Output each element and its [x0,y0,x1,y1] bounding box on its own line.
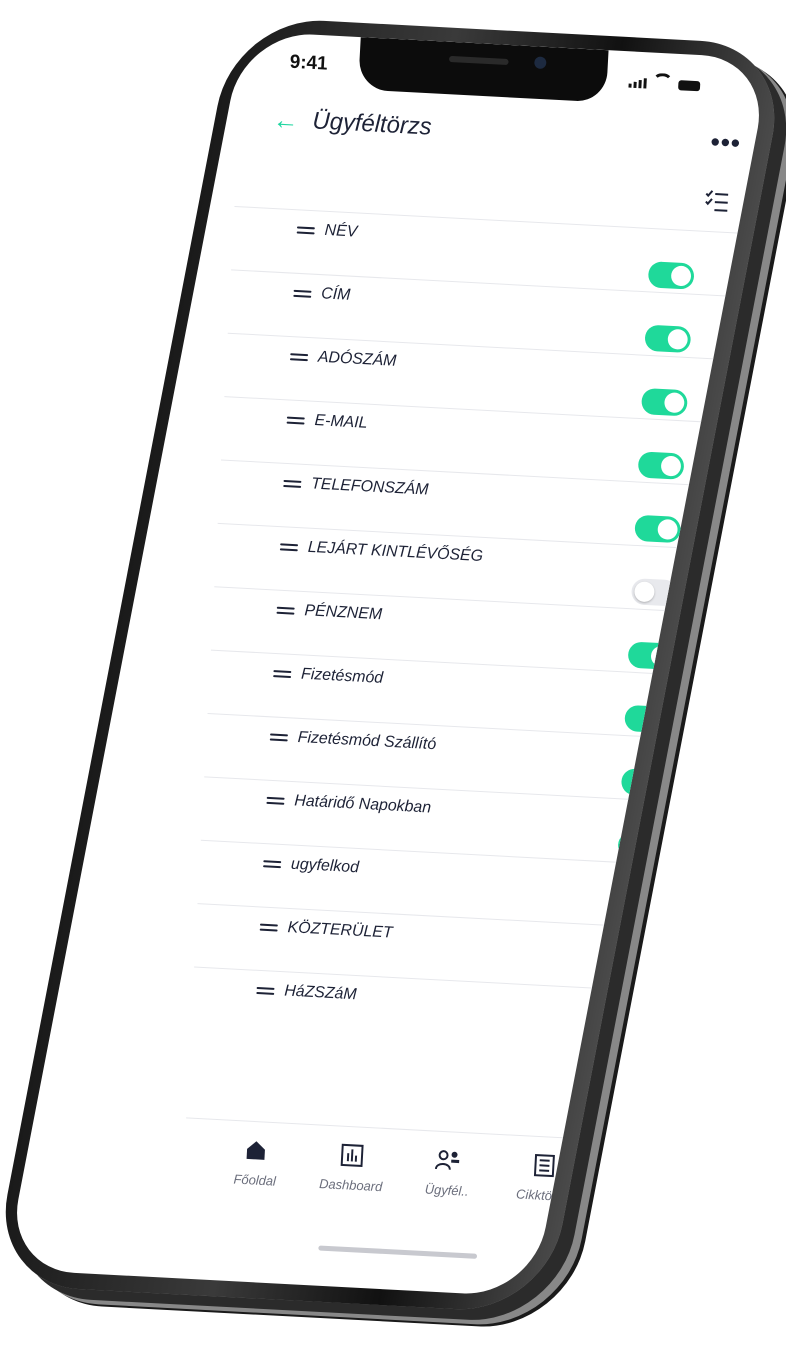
wifi-icon [652,72,673,90]
field-toggle[interactable] [604,1084,652,1113]
nav-item-ugyfel[interactable]: Ügyfél.. [405,1130,490,1234]
bar-chart-icon [338,1141,367,1171]
field-list: NÉV CÍM ADÓSZÁM E-MAIL TELEFONSZÁM LEJÁR… [187,205,762,1120]
field-toggle[interactable] [634,514,682,544]
field-label: LEJÁRT KINTLÉVŐSÉG [307,538,484,566]
home-icon [242,1136,271,1166]
status-time: 9:41 [289,51,329,75]
checklist-icon[interactable] [703,188,730,216]
speaker [448,55,509,66]
field-label: KÖZTERÜLET [287,918,393,942]
home-indicator [318,1245,478,1259]
field-label: HáZSZáM [283,982,358,1004]
app-header: ← Ügyféltörzs ••• [238,91,768,175]
bottom-nav: Főoldal Dashboard Ügyfél.. Cikktörzs Cik… [180,1117,714,1246]
drag-handle-icon[interactable] [283,479,302,489]
field-toggle[interactable] [644,324,692,354]
field-label: Fizetésmód [300,665,384,687]
list-icon [530,1151,559,1181]
battery-icon [678,80,701,92]
status-icons [628,71,701,92]
field-label: TELEFONSZÁM [310,475,429,499]
field-label: ADÓSZÁM [317,348,397,370]
nav-label: Cikkcsop.. [608,1191,669,1210]
nav-label: Ügyfél.. [424,1181,469,1199]
nav-item-fooldal[interactable]: Főoldal [213,1120,298,1224]
field-toggle[interactable] [607,1021,655,1051]
app-screen: 9:41 ← Ügyféltörzs ••• NÉV CÍM ADÓSZÁM E… [178,31,772,1297]
drag-handle-icon[interactable] [289,353,309,362]
device-frame: 9:41 ← Ügyféltörzs ••• NÉV CÍM ADÓSZÁM E… [0,0,786,1367]
drag-handle-icon[interactable] [286,416,305,426]
more-horizontal-icon[interactable]: ••• [710,126,742,159]
drag-handle-icon[interactable] [273,670,292,679]
field-label: E-MAIL [314,411,368,432]
field-row-extra [187,1030,718,1120]
field-label: NÉV [324,221,358,241]
users-icon [434,1146,463,1176]
drag-handle-icon[interactable] [296,226,315,235]
field-label: Fizetésmód Szállító [297,728,437,754]
nav-item-dashboard[interactable]: Dashboard [309,1125,394,1229]
camera-icon [534,56,547,70]
drag-handle-icon[interactable] [263,860,282,869]
nav-label: Főoldal [233,1171,277,1189]
field-toggle[interactable] [647,261,695,290]
drag-handle-icon[interactable] [266,796,285,806]
field-label: PÉNZNEM [304,602,383,624]
field-toggle[interactable] [640,387,688,417]
arrow-left-icon[interactable]: ← [272,104,299,136]
document-settings-icon [626,1156,655,1186]
nav-label: Dashboard [318,1175,383,1195]
drag-handle-icon[interactable] [259,923,278,933]
drag-handle-icon[interactable] [279,543,299,552]
field-label: ugyfelkod [290,855,360,877]
field-label: Határidő Napokban [293,792,432,817]
drag-handle-icon[interactable] [293,289,312,299]
page-title: Ügyféltörzs [311,107,433,141]
drag-handle-icon[interactable] [269,733,288,742]
nav-item-cikkcsop[interactable]: Cikkcsop.. [597,1140,682,1244]
field-toggle[interactable] [637,451,685,480]
drag-handle-icon[interactable] [276,606,295,616]
field-label: CÍM [320,285,351,304]
field-toggle[interactable] [610,958,658,987]
signal-icon [628,77,647,89]
drag-handle-icon[interactable] [256,986,275,996]
